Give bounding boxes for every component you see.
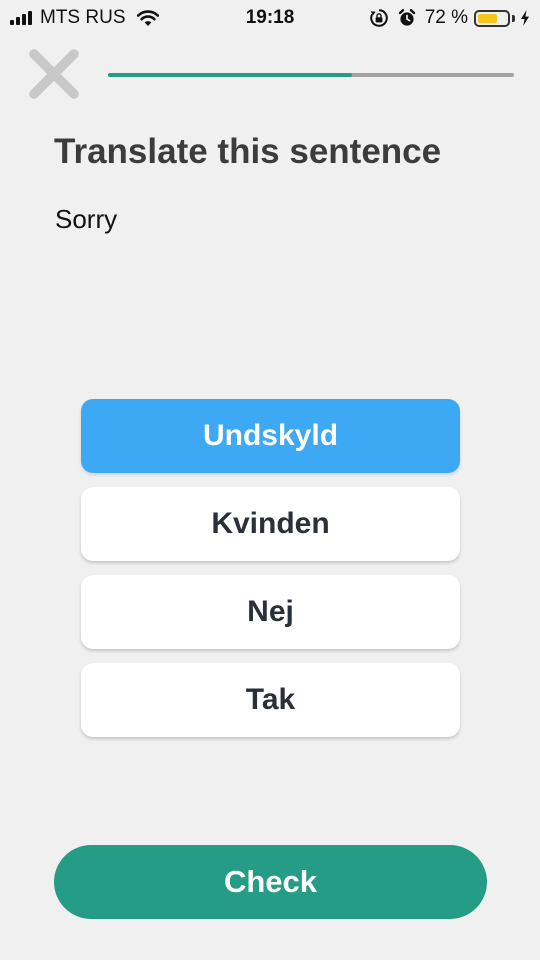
lesson-progress-fill (108, 73, 352, 77)
status-bar: MTS RUS 19:18 72 % (0, 0, 540, 36)
battery-icon (474, 9, 510, 27)
answer-option[interactable]: Tak (81, 663, 460, 737)
answer-options: Undskyld Kvinden Nej Tak (81, 399, 460, 751)
rotation-lock-icon (369, 9, 388, 27)
battery-nub (512, 14, 515, 22)
battery-percent: 72 % (424, 7, 468, 28)
close-button[interactable] (26, 46, 82, 102)
lesson-progress-bar (108, 73, 514, 77)
answer-option[interactable]: Nej (81, 575, 460, 649)
answer-option[interactable]: Kvinden (81, 487, 460, 561)
alarm-icon (398, 9, 415, 26)
check-button[interactable]: Check (54, 845, 487, 919)
prompt-title: Translate this sentence (54, 132, 442, 171)
battery-fill (478, 13, 498, 23)
close-icon (29, 49, 79, 99)
source-sentence: Sorry (55, 204, 118, 234)
charging-icon (521, 10, 529, 26)
status-right: 72 % (369, 6, 530, 30)
answer-option[interactable]: Undskyld (81, 399, 460, 473)
